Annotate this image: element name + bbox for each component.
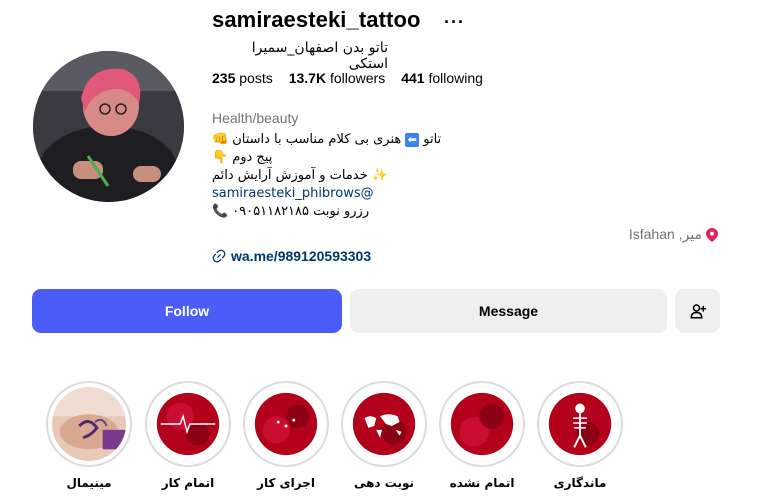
- highlight-ring: [243, 381, 329, 467]
- posts-value: 235: [212, 70, 236, 86]
- highlight-cover: [52, 387, 126, 461]
- bio-line-2-text: پیج دوم: [232, 150, 273, 165]
- highlight-ring: [46, 381, 132, 467]
- posts-count: 235 posts: [212, 70, 273, 86]
- tattoo-photo-icon: [52, 387, 126, 461]
- highlight-execution[interactable]: اجرای کار: [243, 381, 329, 490]
- highlight-label: ماندگاری: [553, 476, 607, 490]
- highlight-ring: [537, 381, 623, 467]
- followers-value: 13.7K: [288, 70, 327, 86]
- highlight-cover: [151, 387, 225, 461]
- profile-category: Health/beauty: [212, 110, 299, 126]
- profile-bio: 👊 هنری بی کلام مناسب با داستان ⬅ تاتو 👇 …: [212, 131, 441, 221]
- followers-label: followers: [329, 70, 386, 86]
- highlight-cover: [249, 387, 323, 461]
- highlight-label: اتمام کار: [161, 476, 215, 490]
- message-button[interactable]: Message: [350, 289, 667, 333]
- following-link[interactable]: 441 following: [401, 70, 483, 86]
- fist-emoji-icon: 👊: [212, 132, 229, 147]
- sparkles-icon: [249, 387, 323, 461]
- suggested-users-button[interactable]: [675, 289, 720, 333]
- bio-line-1-rest: هنری بی کلام مناسب با داستان: [232, 132, 402, 147]
- highlight-durability[interactable]: ماندگاری: [537, 381, 623, 490]
- highlight-cover: [543, 387, 617, 461]
- highlight-label: اتمام نشده: [449, 476, 515, 490]
- location-pin-icon: [706, 227, 718, 242]
- follow-button[interactable]: Follow: [32, 289, 342, 333]
- highlight-ring: [341, 381, 427, 467]
- pointing-down-emoji-icon: 👇: [212, 150, 229, 165]
- profile-website-link[interactable]: wa.me/989120593303: [212, 248, 371, 264]
- bio-line-1: 👊 هنری بی کلام مناسب با داستان ⬅ تاتو: [212, 131, 441, 149]
- bio-line-2: 👇 پیج دوم: [212, 149, 441, 167]
- highlight-label: مینیمال: [66, 476, 112, 490]
- posts-label: posts: [239, 70, 273, 86]
- heartbeat-icon: [151, 387, 225, 461]
- following-label: following: [428, 70, 483, 86]
- profile-full-name: تاتو بدن اصفهان_سمیرا استکی: [251, 40, 388, 72]
- link-icon: [212, 249, 226, 263]
- skeleton-icon: [543, 387, 617, 461]
- bio-line-5: 📞 رزرو نوبت ۰۹۰۵۱۱۸۲۱۸۵: [212, 203, 441, 221]
- highlight-ring: [145, 381, 231, 467]
- highlight-cover: [347, 387, 421, 461]
- left-arrow-icon: ⬅: [405, 133, 420, 147]
- world-map-icon: [347, 387, 421, 461]
- profile-location[interactable]: Isfahan ,میر: [629, 226, 718, 243]
- bio-line-5-text: رزرو نوبت ۰۹۰۵۱۱۸۲۱۸۵: [232, 204, 370, 219]
- highlight-ring: [439, 381, 525, 467]
- location-text: Isfahan ,میر: [628, 226, 702, 242]
- highlight-booking[interactable]: نوبت دهی: [341, 381, 427, 490]
- followers-link[interactable]: 13.7K followers: [289, 70, 386, 86]
- more-options-button[interactable]: ···: [444, 12, 465, 33]
- highlight-work-done[interactable]: اتمام کار: [145, 381, 231, 490]
- sparkles-emoji-icon: ✨: [371, 168, 388, 183]
- bio-line-3-text: خدمات و آموزش آرایش دائم: [212, 168, 368, 183]
- profile-stats: 235 posts 13.7K followers 441 following: [212, 70, 483, 86]
- phone-emoji-icon: 📞: [212, 204, 229, 219]
- bio-line-3: خدمات و آموزش آرایش دائم ✨: [212, 167, 441, 185]
- profile-username: samiraesteki_tattoo: [212, 7, 421, 32]
- bio-line-4[interactable]: samiraesteki_phibrows@: [212, 185, 441, 203]
- highlight-label: نوبت دهی: [353, 476, 415, 490]
- website-text: wa.me/989120593303: [231, 248, 372, 264]
- bio-mention-link[interactable]: samiraesteki_phibrows@: [212, 185, 374, 203]
- highlight-cover: [445, 387, 519, 461]
- avatar-photo: [33, 51, 184, 202]
- highlight-minimal[interactable]: مینیمال: [46, 381, 132, 490]
- following-value: 441: [401, 70, 425, 86]
- profile-avatar[interactable]: [33, 51, 184, 202]
- highlight-label: اجرای کار: [257, 476, 315, 490]
- add-user-icon: [690, 304, 706, 319]
- red-splash-icon: [445, 387, 519, 461]
- highlight-unfinished[interactable]: اتمام نشده: [439, 381, 525, 490]
- bio-line-1-text: تاتو: [423, 132, 442, 147]
